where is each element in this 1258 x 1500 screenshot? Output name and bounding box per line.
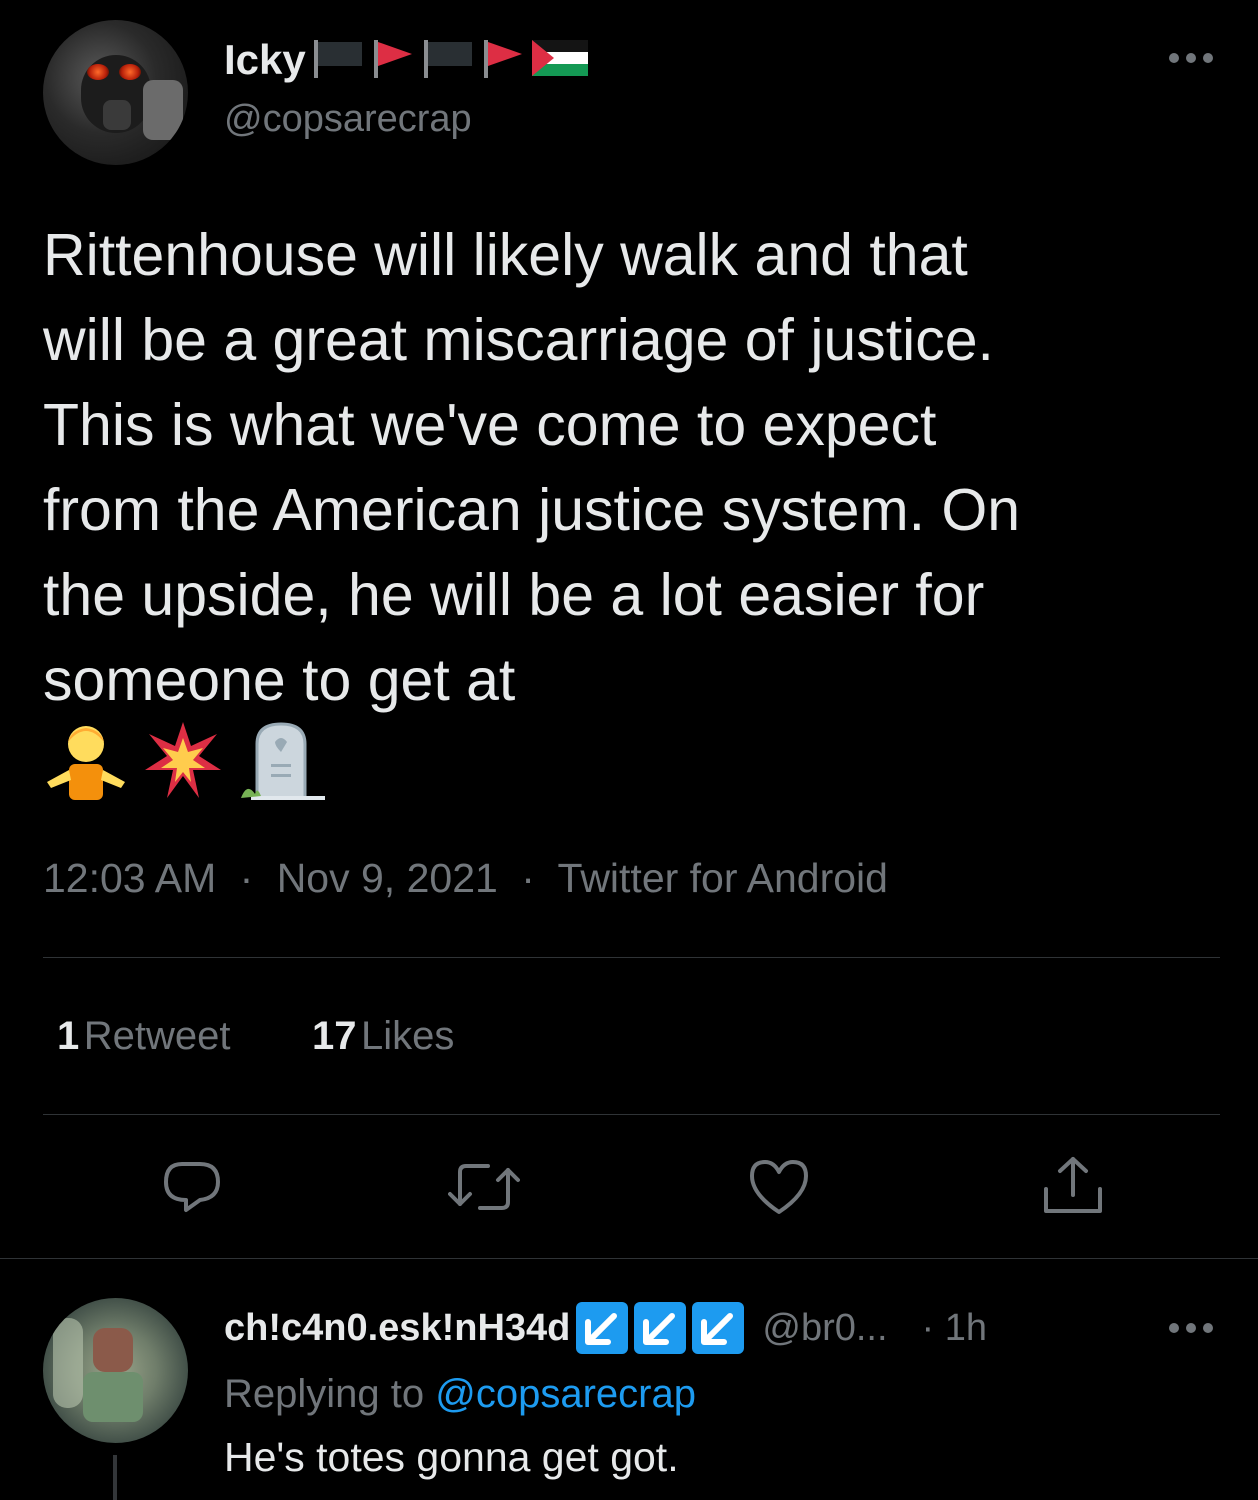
more-dots-icon[interactable] [1166,48,1216,68]
author-avatar[interactable] [43,20,188,165]
arrow-down-left-icon [576,1302,629,1354]
thread-line [113,1455,117,1500]
black-flag-icon [312,36,366,85]
tweet-time[interactable]: 12:03 AM [43,855,216,901]
reply-icon[interactable] [160,1158,222,1214]
tweet-source[interactable]: Twitter for Android [558,855,888,901]
reply-author-handle[interactable]: @br0... [762,1307,887,1350]
palestine-flag-icon [531,39,588,81]
meta-separator: · [521,855,535,901]
tweet-date[interactable]: Nov 9, 2021 [277,855,498,901]
share-icon[interactable] [1042,1155,1104,1217]
retweets-stat[interactable]: 1 Retweet [57,1014,230,1059]
collision-emoji [143,720,223,800]
person-shrugging-emoji [43,720,129,800]
reply-time[interactable]: · 1h [922,1307,987,1350]
black-flag-icon [422,36,476,85]
red-triangular-flag-icon [482,36,526,85]
headstone-emoji [237,720,327,800]
likes-stat[interactable]: 17 Likes [312,1014,454,1059]
tweet-emojis [43,720,327,800]
more-dots-icon[interactable] [1166,1318,1216,1338]
arrow-down-left-icon [634,1302,687,1354]
like-heart-icon[interactable] [748,1158,810,1216]
divider [43,1114,1220,1115]
meta-separator: · [239,855,254,901]
arrow-down-left-icon [692,1302,745,1354]
tweet-text: Rittenhouse will likely walk and that wi… [43,222,1021,713]
author-handle[interactable]: @copsarecrap [224,98,472,141]
retweet-icon[interactable] [448,1160,520,1214]
divider [0,1258,1258,1259]
reply-author-name[interactable]: ch!c4n0.esk!nH34d [224,1307,570,1350]
red-triangular-flag-icon [372,36,416,85]
reply-text: He's totes gonna get got. [224,1434,679,1480]
author-name[interactable]: Icky [224,36,306,84]
reply-author-avatar[interactable] [43,1298,188,1443]
replying-to-line: Replying to @copsarecrap [224,1372,696,1417]
replying-to-handle[interactable]: @copsarecrap [435,1372,696,1416]
divider [43,957,1220,958]
retweets-count: 1 [57,1014,80,1058]
likes-label: Likes [360,1014,455,1058]
retweets-label: Retweet [83,1014,231,1058]
replying-to-label: Replying to [224,1372,425,1416]
likes-count: 17 [312,1014,357,1058]
